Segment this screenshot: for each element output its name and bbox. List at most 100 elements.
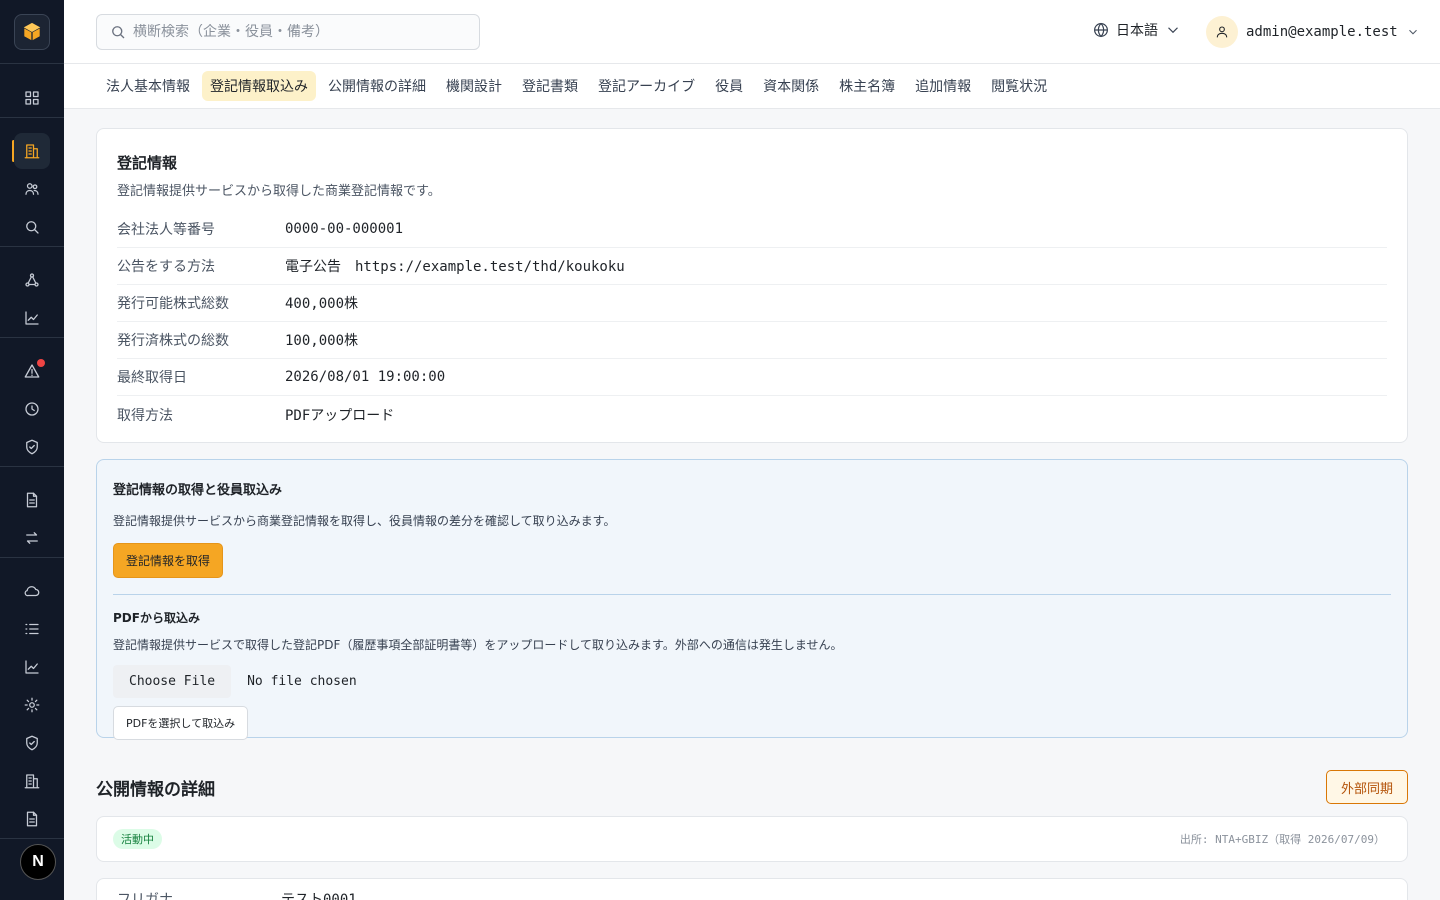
tab-basic-info[interactable]: 法人基本情報 [98, 71, 198, 101]
registry-row: 会社法人等番号 0000-00-000001 [117, 211, 1387, 248]
sidebar-divider [0, 246, 64, 247]
registry-row: 発行済株式の総数 100,000株 [117, 322, 1387, 359]
network-icon [25, 273, 39, 287]
field-label: 発行可能株式総数 [117, 296, 229, 312]
sidebar-item-history[interactable] [14, 391, 50, 427]
pdf-import-title: PDFから取込み [113, 611, 200, 625]
data-source: 出所: NTA+GBIZ（取得 2026/07/09） [1179, 833, 1385, 846]
field-value: 0000-00-000001 [285, 221, 404, 237]
language-label: 日本語 [1116, 23, 1158, 39]
top-header: 日本語 admin@example.test [64, 0, 1440, 64]
tab-registry-documents[interactable]: 登記書類 [514, 71, 586, 101]
building-icon [24, 144, 40, 159]
sidebar-item-settings[interactable] [14, 687, 50, 723]
tab-officers[interactable]: 役員 [707, 71, 751, 101]
sidebar-divider [0, 117, 64, 118]
tab-governance[interactable]: 機関設計 [438, 71, 510, 101]
sidebar-item-people[interactable] [14, 171, 50, 207]
sidebar-item-network[interactable] [14, 262, 50, 298]
registry-row: 取得方法 PDFアップロード [117, 396, 1387, 433]
cloud-icon [24, 586, 40, 597]
field-label: 取得方法 [117, 407, 173, 424]
field-value: 電子公告 https://example.test/thd/koukoku [285, 256, 625, 276]
file-icon [26, 811, 38, 827]
sidebar: N [0, 0, 64, 900]
search-icon [112, 26, 125, 39]
globe-icon [1094, 22, 1108, 38]
user-icon [1216, 26, 1228, 38]
shield-icon [26, 735, 38, 751]
company-tabs: 法人基本情報 登記情報取込み 公開情報の詳細 機関設計 登記書類 登記アーカイブ… [64, 64, 1440, 109]
registry-row: 公告をする方法 電子公告 https://example.test/thd/kou… [117, 248, 1387, 285]
registry-import-card: 登記情報の取得と役員取込み 登記情報提供サービスから商業登記情報を取得し、役員情… [96, 459, 1408, 740]
line-chart-icon [25, 311, 39, 325]
registry-fields: 会社法人等番号 0000-00-000001 公告をする方法 電子公告 https… [117, 211, 1387, 433]
app-logo[interactable] [14, 13, 50, 50]
public-info-title: 公開情報の詳細 [96, 780, 215, 800]
choose-file-button[interactable]: Choose File [113, 665, 232, 698]
file-status: No file chosen [247, 674, 357, 689]
sidebar-item-organizations[interactable] [14, 763, 50, 799]
tab-view-status[interactable]: 閲覧状況 [983, 71, 1055, 101]
pdf-import-description: 登記情報提供サービスで取得した登記PDF（履歴事項全部証明書等）をアップロードし… [113, 638, 843, 652]
pdf-import-button[interactable]: PDFを選択して取込み [113, 706, 249, 740]
sidebar-divider [0, 466, 64, 467]
furigana-label: フリガナ [117, 892, 173, 900]
announcement-url[interactable]: https://example.test/thd/koukoku [355, 259, 625, 275]
sidebar-item-security[interactable] [14, 725, 50, 761]
sidebar-item-dashboard[interactable] [14, 80, 50, 116]
search-icon [26, 221, 39, 234]
sidebar-item-documents[interactable] [14, 482, 50, 518]
sidebar-item-list[interactable] [14, 611, 50, 647]
fetch-registry-button[interactable]: 登記情報を取得 [113, 543, 224, 578]
tab-additional-info[interactable]: 追加情報 [907, 71, 979, 101]
field-label: 公告をする方法 [117, 259, 215, 275]
user-avatar [1206, 16, 1238, 48]
field-value: PDFアップロード [285, 407, 395, 424]
list-icon [25, 623, 39, 635]
status-badge: 活動中 [113, 829, 162, 849]
search-input[interactable] [133, 24, 463, 40]
sidebar-divider [0, 557, 64, 558]
sidebar-item-transfers[interactable] [14, 520, 50, 556]
field-label: 発行済株式の総数 [117, 333, 229, 349]
announcement-method: 電子公告 [285, 259, 341, 275]
field-value: 2026/08/01 19:00:00 [285, 369, 446, 385]
tab-registry-import[interactable]: 登記情報取込み [202, 71, 316, 101]
clock-icon [25, 402, 39, 416]
notification-dot [37, 359, 45, 367]
registry-info-card: 登記情報 登記情報提供サービスから取得した商業登記情報です。 会社法人等番号 0… [96, 128, 1408, 443]
tab-public-info[interactable]: 公開情報の詳細 [320, 71, 434, 101]
buildings-icon [24, 774, 40, 789]
section-divider [113, 594, 1391, 595]
public-info-details-card: フリガナ テスト0001 [96, 878, 1408, 900]
language-selector[interactable]: 日本語 [1092, 20, 1182, 40]
registry-title: 登記情報 [117, 154, 178, 172]
sidebar-item-compliance[interactable] [14, 429, 50, 465]
sidebar-item-alerts[interactable] [14, 353, 50, 389]
sidebar-item-companies[interactable] [14, 133, 50, 169]
tab-capital[interactable]: 資本関係 [755, 71, 827, 101]
sidebar-item-search[interactable] [14, 209, 50, 245]
tab-shareholders[interactable]: 株主名簿 [831, 71, 903, 101]
tab-registry-archive[interactable]: 登記アーカイブ [590, 71, 703, 101]
registry-subtitle: 登記情報提供サービスから取得した商業登記情報です。 [117, 184, 441, 199]
file-input: Choose File No file chosen [113, 665, 1391, 698]
document-icon [26, 492, 38, 508]
registry-row: 発行可能株式総数 400,000株 [117, 285, 1387, 322]
sidebar-divider [0, 337, 64, 338]
sidebar-item-analytics[interactable] [14, 300, 50, 336]
users-icon [25, 183, 39, 195]
chart-icon [25, 660, 39, 674]
user-menu[interactable]: admin@example.test [1206, 16, 1420, 48]
workspace-avatar[interactable]: N [20, 844, 56, 880]
sidebar-item-files[interactable] [14, 801, 50, 837]
cube-logo-icon [23, 21, 41, 42]
sidebar-item-cloud[interactable] [14, 573, 50, 609]
sidebar-item-reports[interactable] [14, 649, 50, 685]
global-search[interactable] [96, 14, 480, 50]
external-sync-button[interactable]: 外部同期 [1326, 770, 1408, 804]
chevron-down-icon [1408, 29, 1417, 35]
furigana-value: テスト0001 [281, 892, 357, 900]
sidebar-divider [0, 838, 64, 839]
